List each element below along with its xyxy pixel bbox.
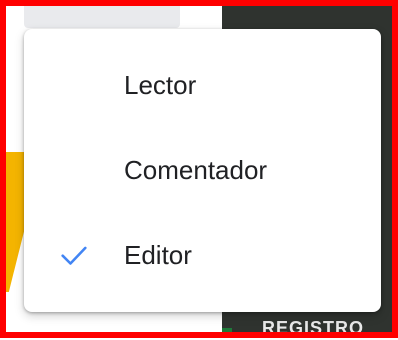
check-icon — [56, 237, 92, 273]
background-toolbar — [24, 0, 180, 28]
menu-item-lector[interactable]: Lector — [24, 43, 381, 127]
role-dropdown-menu: Lector Comentador Editor — [24, 29, 381, 312]
background-green-marker — [222, 328, 232, 338]
menu-item-label: Comentador — [124, 154, 268, 185]
background-heading: REGISTRO — [262, 318, 365, 338]
menu-item-label: Lector — [124, 69, 197, 100]
menu-item-comentador[interactable]: Comentador — [24, 128, 381, 212]
menu-item-editor[interactable]: Editor — [24, 213, 381, 297]
menu-item-label: Editor — [124, 239, 192, 270]
